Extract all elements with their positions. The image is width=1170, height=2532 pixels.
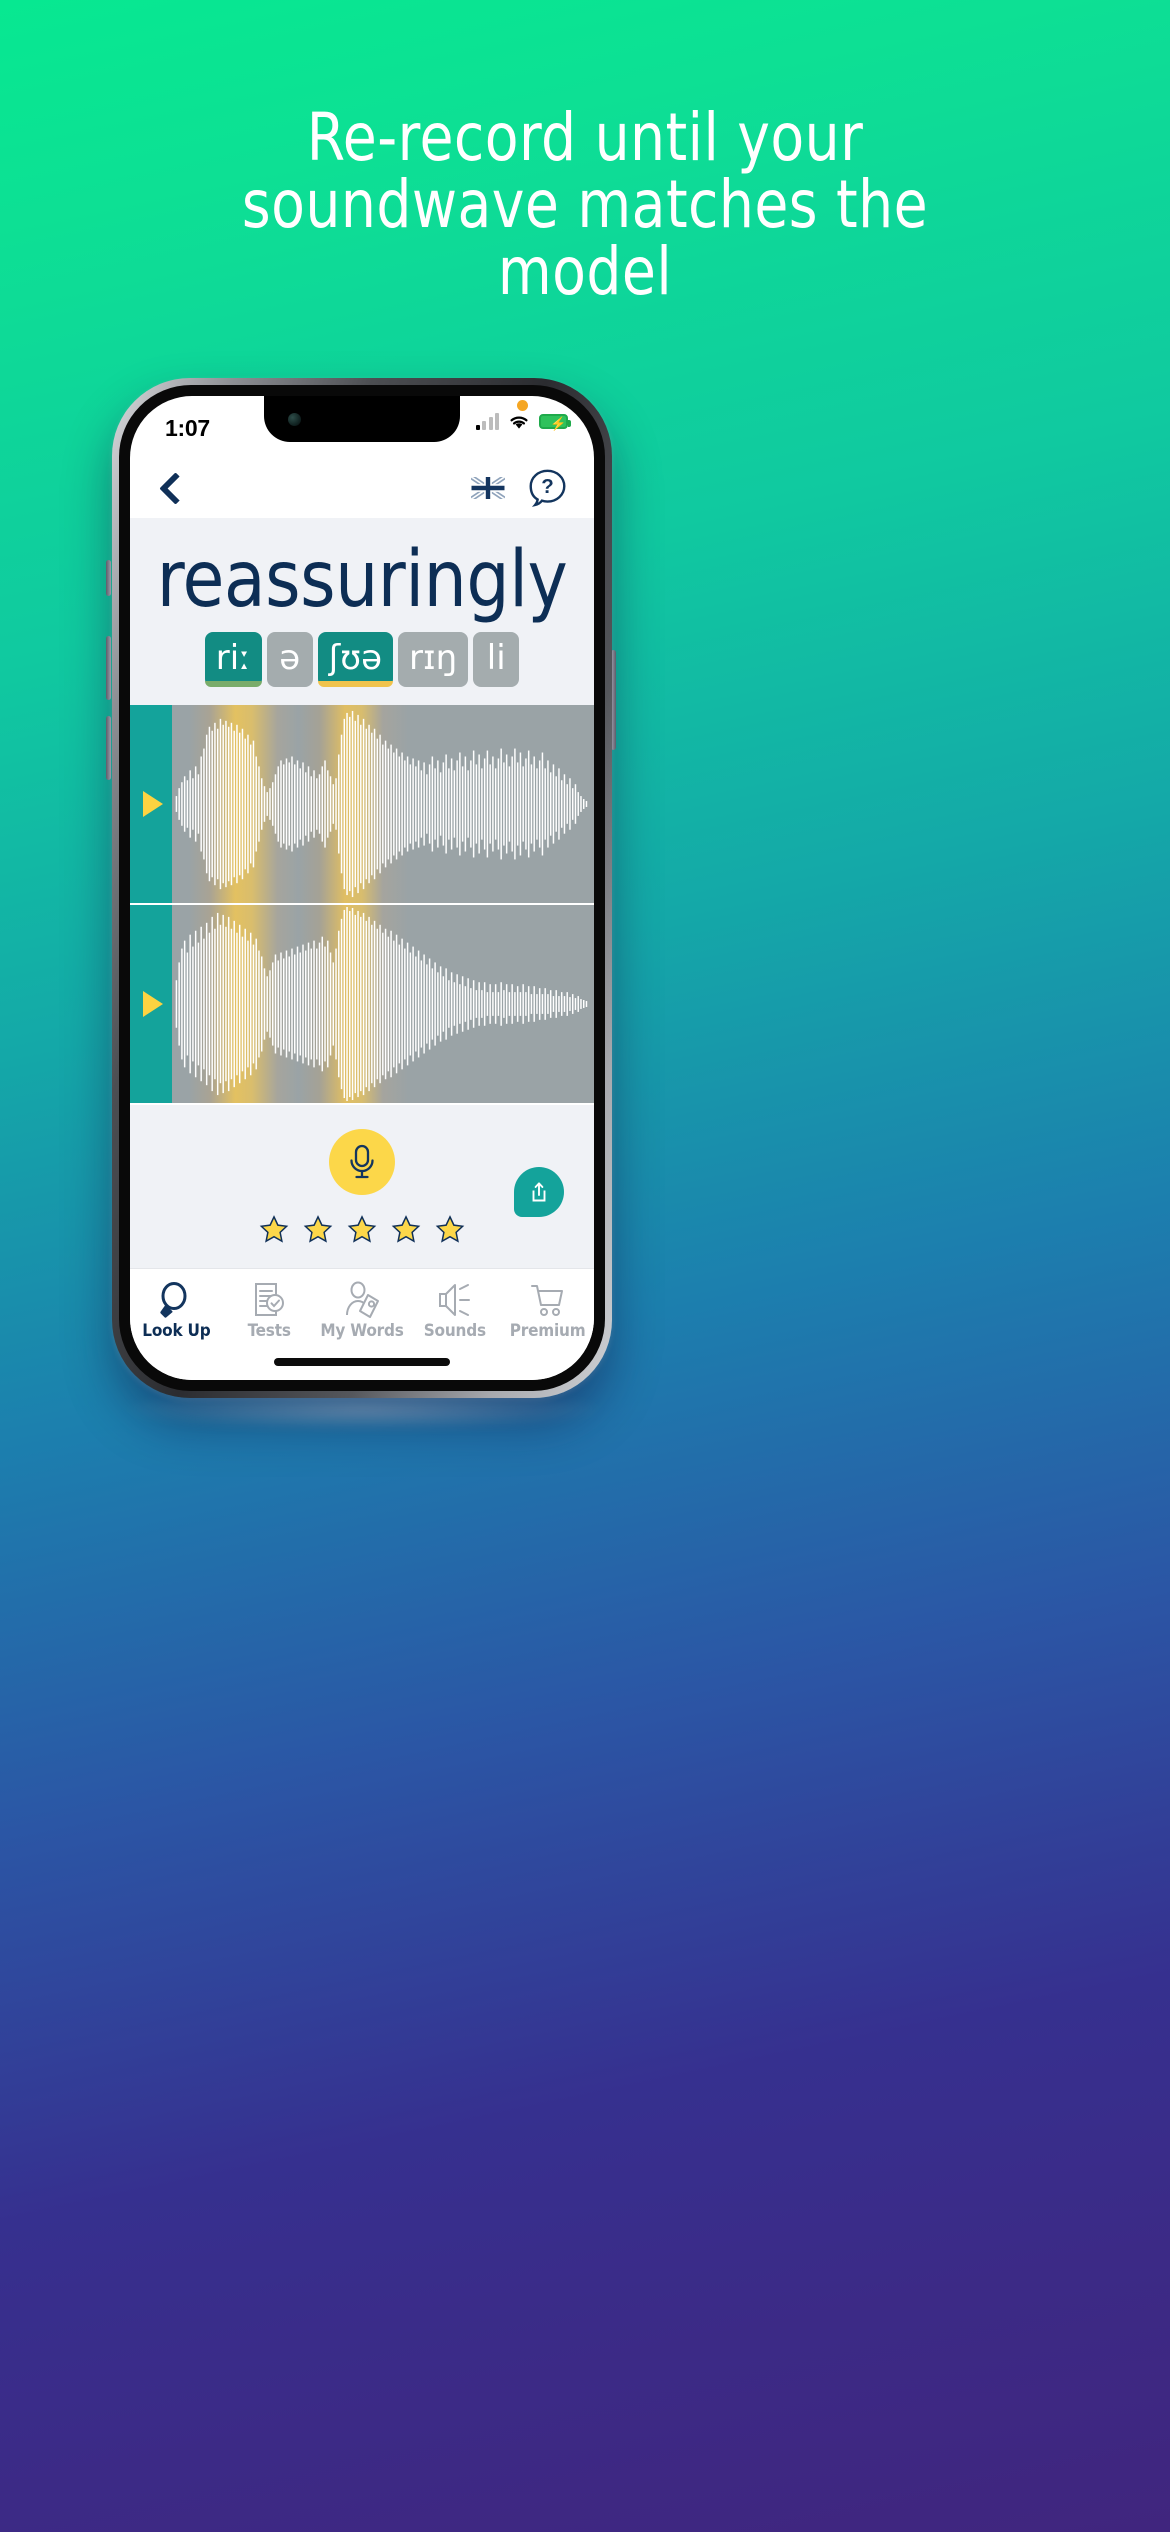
front-camera-icon — [288, 413, 301, 426]
tab-label: Look Up — [142, 1321, 211, 1341]
star-icon[interactable] — [435, 1215, 465, 1244]
play-recording-button[interactable] — [130, 905, 172, 1103]
charging-bolt-icon: ⚡ — [550, 416, 567, 431]
nav-actions: ? — [471, 468, 568, 509]
controls-panel — [130, 1105, 594, 1295]
model-waveform-graphic — [175, 710, 588, 898]
syllable-chip[interactable]: li — [473, 632, 520, 687]
tab-label: Sounds — [423, 1321, 486, 1341]
microphone-icon — [350, 1144, 374, 1179]
phone-mockup: 1:07 ⚡ ? reassuringly riː ə ʃʊə rɪŋ li L… — [112, 378, 612, 1398]
syllable-text: ʃʊə — [328, 638, 383, 678]
syllable-chip[interactable]: ə — [266, 632, 313, 687]
star-icon[interactable] — [303, 1215, 333, 1244]
syllable-text: ə — [279, 638, 301, 678]
cellular-signal-icon — [475, 413, 499, 430]
shopping-cart-icon — [529, 1277, 567, 1319]
star-icon[interactable] — [259, 1215, 289, 1244]
headline-line-1: Re-record until your — [306, 99, 864, 176]
play-model-button[interactable] — [130, 705, 172, 903]
play-triangle-icon — [143, 791, 163, 817]
user-waveform-canvas[interactable] — [172, 905, 594, 1103]
document-check-icon — [252, 1277, 286, 1319]
share-icon — [532, 1182, 546, 1202]
star-rating[interactable] — [130, 1215, 594, 1244]
volume-down-button[interactable] — [106, 716, 111, 780]
syllable-chip[interactable]: ʃʊə — [317, 632, 394, 687]
tab-label: Premium — [509, 1321, 586, 1341]
help-icon[interactable]: ? — [527, 468, 568, 509]
word-panel: reassuringly riː ə ʃʊə rɪŋ li — [130, 518, 594, 705]
app-nav-bar: ? — [130, 458, 594, 518]
help-question-glyph: ? — [541, 475, 554, 498]
tab-label: My Words — [320, 1321, 404, 1341]
status-indicators: ⚡ — [475, 413, 571, 431]
tab-look-up[interactable]: Look Up — [130, 1277, 223, 1380]
user-waveform-row — [130, 905, 594, 1105]
battery-icon: ⚡ — [539, 414, 571, 431]
syllable-chip[interactable]: rɪŋ — [398, 632, 469, 687]
syllable-chip-row: riː ə ʃʊə rɪŋ li — [130, 632, 594, 687]
status-time: 1:07 — [165, 415, 210, 441]
phone-bezel: 1:07 ⚡ ? reassuringly riː ə ʃʊə rɪŋ li L… — [119, 385, 605, 1391]
syllable-underline — [317, 681, 394, 687]
speaker-icon — [436, 1277, 474, 1319]
syllable-text: riː — [215, 638, 251, 678]
promo-headline: Re-record until your soundwave matches t… — [41, 104, 1129, 305]
syllable-text: li — [486, 638, 506, 678]
status-bar: 1:07 ⚡ — [130, 396, 594, 458]
volume-up-button[interactable] — [106, 636, 111, 700]
user-waveform-graphic — [175, 906, 588, 1102]
tab-premium[interactable]: Premium — [501, 1277, 594, 1380]
record-button[interactable] — [329, 1129, 395, 1195]
notch — [264, 396, 460, 442]
wifi-icon — [510, 416, 528, 429]
uk-flag-icon[interactable] — [471, 477, 505, 499]
person-reading-icon — [343, 1277, 381, 1319]
headline-line-3: model — [497, 233, 673, 310]
mic-indicator-icon — [517, 400, 528, 411]
model-waveform-row — [130, 705, 594, 905]
magnifier-icon — [158, 1277, 194, 1319]
model-waveform-canvas[interactable] — [172, 705, 594, 903]
back-chevron-icon[interactable] — [156, 471, 182, 505]
syllable-chip[interactable]: riː — [204, 632, 262, 687]
home-indicator[interactable] — [274, 1358, 450, 1366]
headword: reassuringly — [156, 535, 568, 625]
phone-screen: 1:07 ⚡ ? reassuringly riː ə ʃʊə rɪŋ li L… — [130, 396, 594, 1380]
share-button[interactable] — [514, 1167, 564, 1217]
syllable-text: rɪŋ — [409, 638, 458, 678]
star-icon[interactable] — [347, 1215, 377, 1244]
headline-line-2: soundwave matches the — [241, 166, 929, 243]
syllable-underline — [204, 681, 262, 687]
tab-label: Tests — [247, 1321, 291, 1341]
silent-switch[interactable] — [106, 560, 111, 596]
play-triangle-icon — [143, 991, 163, 1017]
star-icon[interactable] — [391, 1215, 421, 1244]
